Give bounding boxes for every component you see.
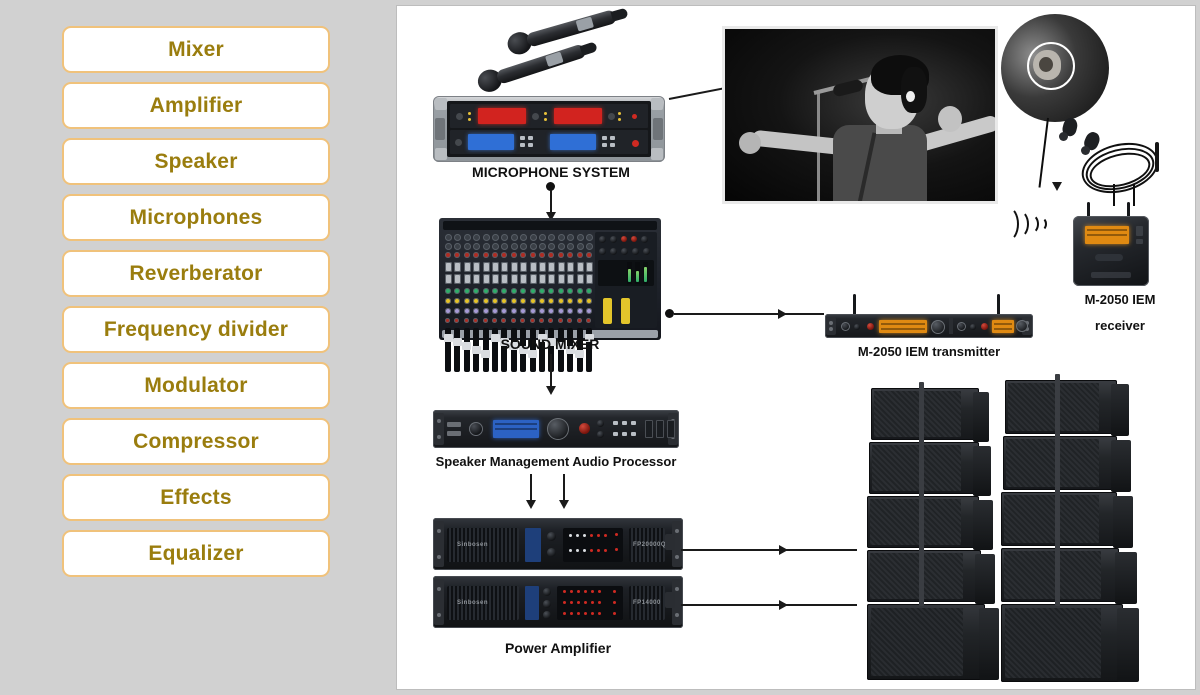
live-performance-photo bbox=[722, 26, 998, 204]
power-amplifier-unit-top: Sinbosen FP20000Q bbox=[433, 518, 683, 570]
microphone-system-graphic bbox=[433, 7, 669, 168]
connector-line-mixer-to-iem bbox=[674, 313, 824, 315]
ear-detail-circle-photo bbox=[1001, 14, 1109, 122]
line-array-speaker-stack-right bbox=[1001, 366, 1151, 684]
arrow-processor-to-amp-1 bbox=[526, 500, 536, 509]
in-ear-monitor-on-singer bbox=[905, 90, 915, 102]
power-amplifier-label: Power Amplifier bbox=[504, 640, 612, 656]
sidebar-item-label: Effects bbox=[160, 485, 232, 509]
power-amplifier-unit-bottom: Sinbosen FP14000 bbox=[433, 576, 683, 628]
receiver-unit-lower bbox=[450, 130, 648, 154]
iem-transmitter-label: M-2050 IEM transmitter bbox=[857, 344, 1001, 359]
sidebar-item-label: Equalizer bbox=[148, 541, 244, 565]
connector-line-processor-to-amp-1 bbox=[530, 474, 532, 502]
sidebar-item-mixer[interactable]: Mixer bbox=[62, 26, 330, 73]
sidebar-item-label: Amplifier bbox=[149, 93, 243, 117]
earphone-callout-line bbox=[1038, 117, 1049, 188]
sidebar-item-label: Reverberator bbox=[129, 261, 263, 285]
sidebar-item-label: Microphones bbox=[129, 205, 263, 229]
speaker-management-processor-graphic bbox=[433, 410, 679, 448]
sidebar-item-compressor[interactable]: Compressor bbox=[62, 418, 330, 465]
wireless-signal-icon bbox=[995, 202, 1065, 242]
sidebar-item-label: Frequency divider bbox=[103, 317, 289, 341]
connector-line-mixer-to-processor bbox=[550, 354, 552, 388]
connector-line-processor-to-amp-2 bbox=[563, 474, 565, 502]
arrow-mixer-to-iem bbox=[778, 309, 787, 319]
connector-line-amp-to-speakers-2 bbox=[681, 604, 857, 606]
arrow-amp-to-speakers-1 bbox=[779, 545, 788, 555]
sidebar-nav-list: Mixer Amplifier Speaker Microphones Reve… bbox=[62, 26, 330, 577]
iem-receiver-label-line1: M-2050 IEM bbox=[1084, 292, 1156, 307]
iem-receiver-label-line2: receiver bbox=[1095, 318, 1145, 333]
diagram-stage: MICROPHONE SYSTEM SOUND MIXER M-2050 IEM… bbox=[397, 6, 1195, 689]
line-array-speaker-stack-left bbox=[867, 374, 1007, 684]
sidebar-item-microphones[interactable]: Microphones bbox=[62, 194, 330, 241]
ear-highlight-ring bbox=[1026, 42, 1075, 91]
sidebar-item-reverberator[interactable]: Reverberator bbox=[62, 250, 330, 297]
connector-line-amp-to-speakers-1 bbox=[681, 549, 857, 551]
arrow-mixer-to-processor bbox=[546, 386, 556, 395]
sidebar-item-label: Speaker bbox=[154, 149, 238, 173]
sidebar-item-label: Compressor bbox=[133, 429, 259, 453]
sidebar-item-amplifier[interactable]: Amplifier bbox=[62, 82, 330, 129]
iem-transmitter-graphic bbox=[825, 294, 1033, 338]
microphone-system-label: MICROPHONE SYSTEM bbox=[472, 164, 630, 180]
connector-dot-mixer-out bbox=[665, 309, 674, 318]
receiver-unit-upper bbox=[450, 104, 648, 128]
system-diagram-panel: MICROPHONE SYSTEM SOUND MIXER M-2050 IEM… bbox=[396, 5, 1196, 690]
sidebar: Mixer Amplifier Speaker Microphones Reve… bbox=[0, 0, 393, 695]
arrow-processor-to-amp-2 bbox=[559, 500, 569, 509]
sidebar-item-modulator[interactable]: Modulator bbox=[62, 362, 330, 409]
sound-mixer-console-graphic bbox=[439, 218, 661, 372]
sidebar-item-equalizer[interactable]: Equalizer bbox=[62, 530, 330, 577]
iem-receiver-bodypack-graphic bbox=[1065, 202, 1157, 288]
microphone-rack-case bbox=[433, 96, 665, 162]
app-root: Mixer Amplifier Speaker Microphones Reve… bbox=[0, 0, 1200, 695]
in-ear-earphones-graphic bbox=[1057, 116, 1187, 208]
audio-processor-label: Speaker Management Audio Processor bbox=[435, 454, 677, 469]
connector-line-mic-to-mixer bbox=[550, 190, 552, 214]
sidebar-item-speaker[interactable]: Speaker bbox=[62, 138, 330, 185]
sidebar-item-frequency-divider[interactable]: Frequency divider bbox=[62, 306, 330, 353]
sidebar-item-label: Modulator bbox=[144, 373, 248, 397]
arrow-amp-to-speakers-2 bbox=[779, 600, 788, 610]
sidebar-item-label: Mixer bbox=[168, 37, 224, 61]
sound-mixer-label: SOUND MIXER bbox=[500, 336, 600, 352]
sidebar-item-effects[interactable]: Effects bbox=[62, 474, 330, 521]
